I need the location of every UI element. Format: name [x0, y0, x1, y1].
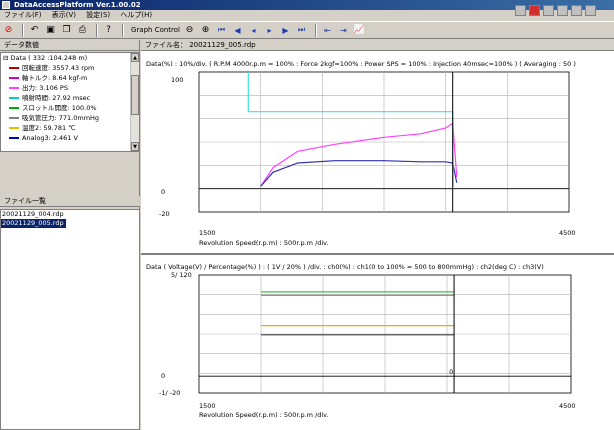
x-tick-right: 4500 [559, 402, 576, 410]
data-rows: 回転速度: 3557.43 rpm 軸トルク: 8.64 kgf-m 出力: 3.1… [1, 63, 139, 143]
window-title: DataAccessPlatform Ver.1.00.02 [14, 1, 141, 9]
scroll-up-icon[interactable]: ▲ [131, 53, 139, 62]
undo-icon[interactable]: ↶ [28, 24, 41, 37]
series-color-icon [9, 67, 19, 69]
data-row-label: 噴射時間: 27.92 msec [22, 94, 91, 102]
data-row: 回転速度: 3557.43 rpm [1, 63, 139, 73]
print-icon[interactable] [515, 5, 526, 16]
copy-icon[interactable]: ❐ [60, 24, 73, 37]
data-scrollbar[interactable]: ▲ ▼ [130, 53, 139, 151]
data-values-title: データ数値 [0, 40, 139, 51]
data-row: 吸気管圧力: 771.0mmHg [1, 113, 139, 123]
data-row: 出力: 3.106 PS [1, 83, 139, 93]
next-icon[interactable]: ▶ [279, 24, 292, 37]
data-row-label: Analog3: 2.461 V [22, 134, 78, 142]
link-icon[interactable]: ⊘ [2, 24, 15, 37]
data-row-label: 吸気管圧力: 771.0mmHg [22, 114, 100, 122]
data-row: スロットル開度: 100.0% [1, 103, 139, 113]
help-question-icon[interactable]: ? [102, 24, 115, 37]
chart-pane-top[interactable]: Data(%) : 10%/div. ( R.P.M 4000r.p.m = 1… [141, 52, 614, 252]
x-axis-label: Revolution Speed(r.p.m) : 500r.p.m /div. [199, 411, 329, 419]
data-row-label: 軸トルク: 8.64 kgf-m [22, 74, 88, 82]
graph-control-label: Graph Control [131, 26, 180, 34]
series-color-icon [9, 117, 19, 119]
series-color-icon [9, 137, 19, 139]
x-tick-left: 1500 [199, 402, 216, 410]
series-color-icon [9, 77, 19, 79]
y-tick-top: 100 [171, 76, 183, 84]
y-tick-bottom: -1/ -20 [159, 389, 180, 397]
record-icon[interactable] [529, 5, 540, 16]
y-tick-bottom: -20 [159, 210, 170, 218]
menu-settings[interactable]: 設定(S) [82, 10, 114, 21]
toolbar-separator [315, 23, 317, 37]
app-icon [2, 1, 10, 9]
data-header: Data ( 332 :104.248 m) [10, 54, 88, 62]
help-icon[interactable] [585, 5, 596, 16]
jump-end-icon[interactable]: ⇥ [337, 24, 350, 37]
file-item-selected[interactable]: 20021129_005.rdp [1, 219, 66, 228]
toolbar-separator [96, 23, 98, 37]
cursor-label: 0 [449, 368, 453, 376]
first-icon[interactable]: ⏮ [215, 24, 228, 37]
jump-start-icon[interactable]: ⇤ [321, 24, 334, 37]
series-color-icon [9, 97, 19, 99]
menu-view[interactable]: 表示(V) [48, 10, 80, 21]
step-forward-icon[interactable]: ▸ [263, 24, 276, 37]
file-list: 20021129_004.rdp 20021129_005.rdp [0, 209, 140, 430]
data-row: 温度2: 59.781 ℃ [1, 123, 139, 133]
data-header-row: ⊟ Data ( 332 :104.248 m) [1, 53, 139, 63]
chart-top[interactable]: 100 0 -20 1500 4500 Revolution Speed(r.p.m) :… [141, 52, 614, 252]
top-right-tools [515, 2, 596, 19]
scroll-down-icon[interactable]: ▼ [131, 142, 139, 151]
x-tick-right: 4500 [559, 229, 576, 237]
series-color-icon [9, 107, 19, 109]
toolbar-separator [22, 23, 24, 37]
toolbar-separator [122, 23, 124, 37]
y-tick-zero: 0 [161, 372, 165, 380]
data-row-label: 回転速度: 3557.43 rpm [22, 64, 95, 72]
data-row-label: 温度2: 59.781 ℃ [22, 124, 76, 132]
menu-help[interactable]: ヘルプ(H) [116, 10, 156, 21]
toolbar: ⊘ ↶ ▣ ❐ ⎙ ? Graph Control ⊖ ⊕ ⏮ ◀ ◂ ▸ ▶ … [0, 21, 614, 39]
x-axis-label: Revolution Speed(r.p.m) : 500r.p.m /div. [199, 239, 329, 247]
y-tick-zero: 0 [161, 188, 165, 196]
prev-icon[interactable]: ◀ [231, 24, 244, 37]
chart-icon[interactable]: 📈 [353, 24, 366, 37]
file-list-title: ファイル一覧 [0, 196, 140, 207]
data-row-label: 出力: 3.106 PS [22, 84, 68, 92]
series-color-icon [9, 87, 19, 89]
settings-icon[interactable] [571, 5, 582, 16]
data-row-label: スロットル開度: 100.0% [22, 104, 97, 112]
minus-icon[interactable]: ⊟ [3, 54, 8, 62]
step-back-icon[interactable]: ◂ [247, 24, 260, 37]
x-tick-left: 1500 [199, 229, 216, 237]
scroll-thumb[interactable] [131, 75, 139, 115]
zoom-out-icon[interactable]: ⊖ [183, 24, 196, 37]
data-values-box: ⊟ Data ( 332 :104.248 m) 回転速度: 3557.43 r… [0, 52, 140, 152]
data-row: Analog3: 2.461 V [1, 133, 139, 143]
text-icon[interactable] [543, 5, 554, 16]
file-item[interactable]: 20021129_004.rdp [1, 210, 139, 219]
menu-file[interactable]: ファイル(F) [0, 10, 46, 21]
data-row: 噴射時間: 27.92 msec [1, 93, 139, 103]
main-area: ファイル名： 20021129_005.rdp Data(%) : 10%/di… [141, 40, 614, 430]
print-toolbar-icon[interactable]: ⎙ [76, 24, 89, 37]
series-color-icon [9, 127, 19, 129]
left-panel: データ数値 ⊟ Data ( 332 :104.248 m) 回転速度: 355… [0, 40, 140, 430]
chart-pane-bottom[interactable]: Data ( Voltage(V) / Percentage(%) ) : ( … [141, 253, 614, 430]
zoom-in-icon[interactable]: ⊕ [199, 24, 212, 37]
book-icon[interactable] [557, 5, 568, 16]
filename-bar: ファイル名： 20021129_005.rdp [141, 40, 614, 51]
y-tick-top: 5/ 120 [171, 271, 192, 279]
chart-bottom[interactable]: 5/ 120 0 -1/ -20 1500 4500 Revolution Speed(r… [141, 255, 614, 430]
data-row: 軸トルク: 8.64 kgf-m [1, 73, 139, 83]
last-icon[interactable]: ⏭ [295, 24, 308, 37]
save-icon[interactable]: ▣ [44, 24, 57, 37]
